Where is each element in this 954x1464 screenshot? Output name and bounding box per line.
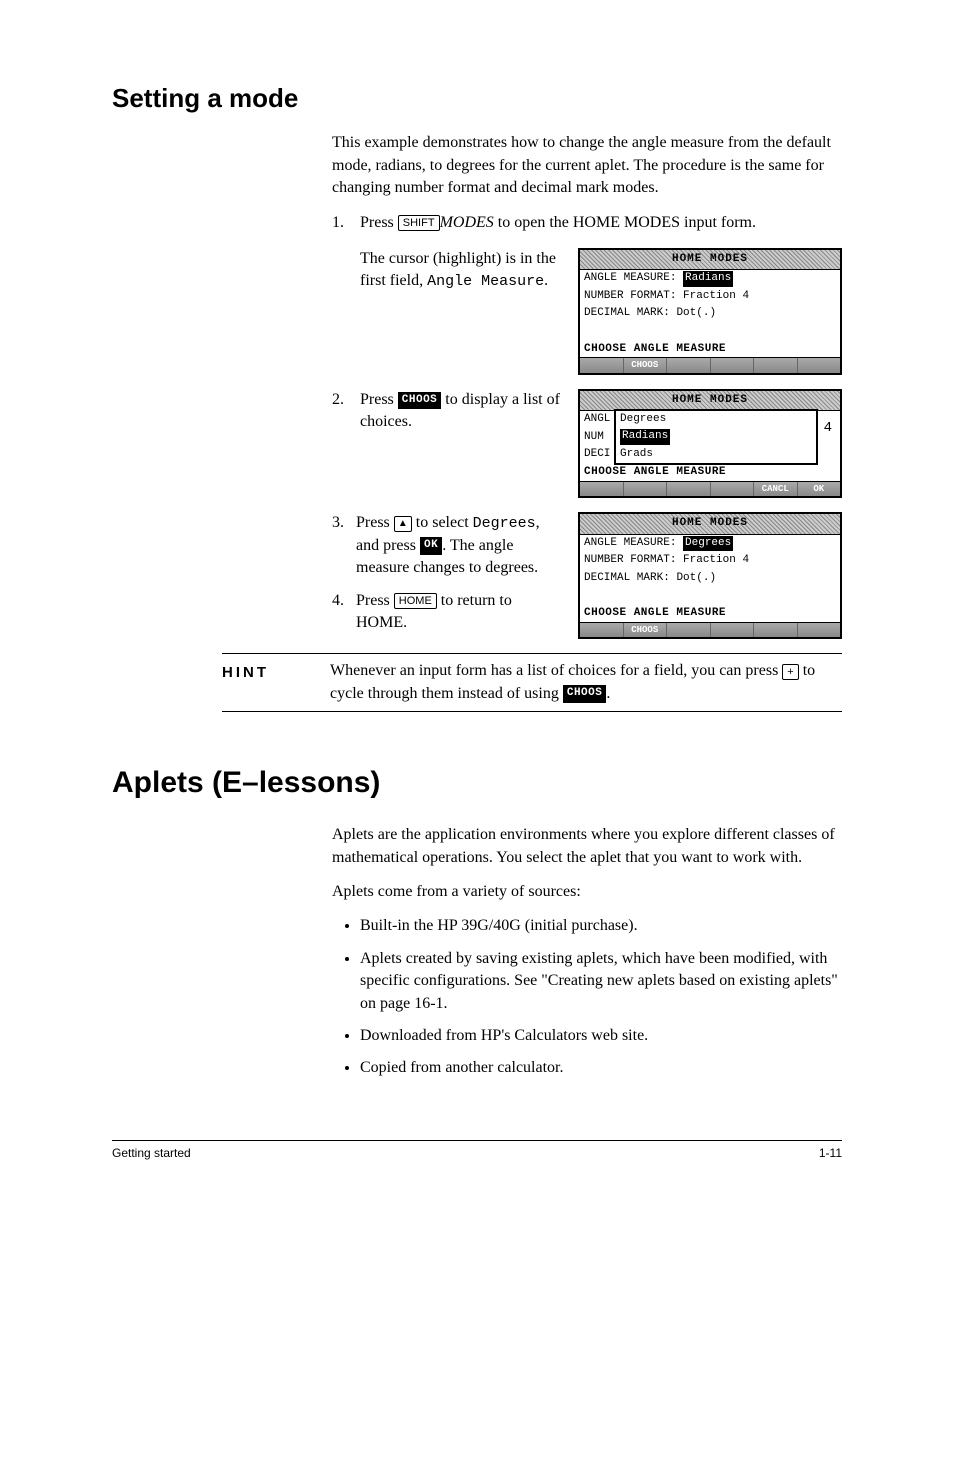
- up-arrow-key: ▲: [394, 516, 412, 532]
- step-1b-text: The cursor (highlight) is in the first f…: [360, 248, 566, 293]
- step-number: 4.: [332, 590, 348, 635]
- bullet-item: Aplets created by saving existing aplets…: [360, 948, 842, 1015]
- aplets-paragraph-2: Aplets come from a variety of sources:: [332, 881, 842, 903]
- step-4-text: Press HOME to return to HOME.: [356, 590, 566, 635]
- hint-text: Whenever an input form has a list of cho…: [330, 660, 842, 705]
- footer-left: Getting started: [112, 1145, 191, 1162]
- step-number: 2.: [332, 389, 348, 411]
- choos-softkey: CHOOS: [398, 392, 442, 409]
- plus-key: +: [782, 664, 798, 680]
- aplets-paragraph-1: Aplets are the application environments …: [332, 824, 842, 869]
- hint-label: HINT: [222, 660, 330, 705]
- calculator-screen-1: HOME MODES ANGLE MEASURE: Radians NUMBER…: [578, 248, 842, 375]
- step-2-text: Press CHOOS to display a list of choices…: [360, 389, 566, 434]
- shift-key: SHIFT: [398, 215, 440, 231]
- step-3-text: Press ▲ to select Degrees, and press OK.…: [356, 512, 566, 579]
- bullet-item: Copied from another calculator.: [360, 1057, 842, 1079]
- bullet-item: Built-in the HP 39G/40G (initial purchas…: [360, 915, 842, 937]
- ok-softkey: OK: [420, 537, 442, 554]
- calculator-screen-2: HOME MODES ANGL NUM DECI CHOOSE ANGLE ME…: [578, 389, 842, 499]
- footer-right: 1-11: [819, 1145, 842, 1162]
- step-1-text: Press SHIFTMODES to open the HOME MODES …: [360, 212, 842, 234]
- choice-popup: Degrees Radians Grads: [614, 409, 818, 465]
- step-number: 1.: [332, 212, 348, 234]
- home-key: HOME: [394, 593, 437, 609]
- section-heading: Setting a mode: [112, 80, 842, 116]
- choos-softkey: CHOOS: [563, 685, 607, 702]
- calculator-screen-3: HOME MODES ANGLE MEASURE: Degrees NUMBER…: [578, 512, 842, 639]
- step-number: 3.: [332, 512, 348, 579]
- section-heading-2: Aplets (E–lessons): [112, 762, 842, 804]
- bullet-item: Downloaded from HP's Calculators web sit…: [360, 1025, 842, 1047]
- intro-paragraph: This example demonstrates how to change …: [332, 132, 842, 199]
